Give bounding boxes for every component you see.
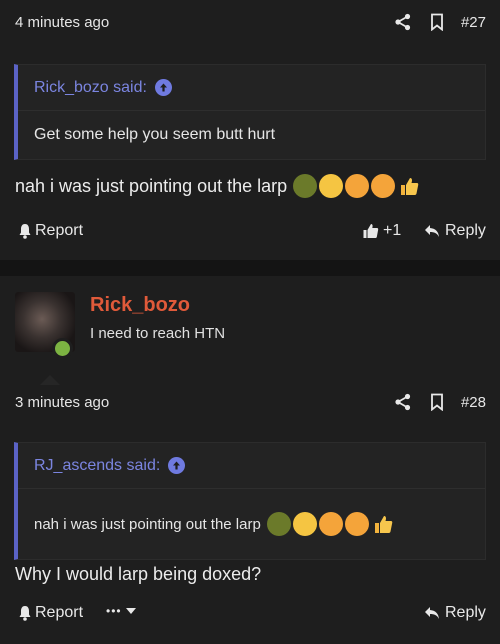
user-title: I need to reach HTN <box>90 325 226 342</box>
quote-block: Rick_bozo said: Get some help you seem b… <box>14 64 486 160</box>
post-meta: 4 minutes ago #27 <box>0 8 500 38</box>
reply-icon <box>425 607 439 619</box>
shrek-emoji-icon <box>266 512 291 536</box>
thumbs-up-icon <box>363 224 379 238</box>
post-actions: Report +1 Reply <box>0 218 500 248</box>
shrek-emoji-icon <box>293 174 318 198</box>
reply-button[interactable]: Reply <box>424 604 486 622</box>
report-label: Report <box>35 222 84 239</box>
crying-laughing-emoji-icon <box>319 174 344 198</box>
reaction-emojis <box>293 174 423 198</box>
quote-block: RJ_ascends said: nah i was just pointing… <box>14 442 486 560</box>
quote-text: nah i was just pointing out the larp <box>34 515 261 533</box>
quote-content: nah i was just pointing out the larp <box>18 489 485 559</box>
post-time[interactable]: 3 minutes ago <box>15 394 109 411</box>
reply-icon <box>425 225 439 237</box>
thumbs-up-emoji-icon <box>397 174 421 198</box>
more-menu-button[interactable]: ••• <box>106 604 137 618</box>
thumbs-up-emoji-icon <box>371 512 395 536</box>
report-button[interactable]: Report <box>18 222 83 240</box>
more-label: ••• <box>106 604 122 618</box>
quote-author[interactable]: RJ_ascends said: <box>34 457 160 475</box>
quote-text: Get some help you seem butt hurt <box>34 126 276 143</box>
bell-icon <box>19 606 31 621</box>
reply-label: Reply <box>445 604 486 621</box>
userbar-caret <box>40 375 60 385</box>
grimace-emoji-icon <box>345 174 370 198</box>
reply-button[interactable]: Reply <box>424 222 486 240</box>
reaction-emojis <box>266 512 397 536</box>
bookmark-icon[interactable] <box>427 12 447 32</box>
report-label: Report <box>35 604 84 621</box>
post-separator <box>0 260 500 276</box>
arrow-up-circle-icon[interactable] <box>154 79 172 96</box>
arrow-up-circle-icon[interactable] <box>168 457 186 474</box>
message-text: Why I would larp being doxed? <box>15 563 262 584</box>
post-time[interactable]: 4 minutes ago <box>15 14 109 31</box>
reactions-count-label: +1 <box>383 222 402 239</box>
username[interactable]: Rick_bozo <box>90 294 190 317</box>
reactions-count[interactable]: +1 <box>362 222 401 240</box>
bell-icon <box>19 224 31 239</box>
post-27: 4 minutes ago #27 Rick_bozo said: Get so… <box>0 0 500 260</box>
grimace-emoji-icon <box>371 174 396 198</box>
chevron-down-icon <box>125 608 136 614</box>
quote-author[interactable]: Rick_bozo said: <box>34 79 147 97</box>
post-message: nah i was just pointing out the larp <box>15 172 423 200</box>
crying-laughing-emoji-icon <box>292 512 317 536</box>
post-28: Rick_bozo I need to reach HTN 3 minutes … <box>0 276 500 644</box>
post-message: Why I would larp being doxed? <box>15 560 261 588</box>
bookmark-icon[interactable] <box>427 392 447 412</box>
post-number[interactable]: #27 <box>461 14 486 31</box>
post-meta: 3 minutes ago #28 <box>0 388 500 418</box>
report-button[interactable]: Report <box>18 604 83 622</box>
post-actions: Report ••• Reply <box>0 600 500 630</box>
grimace-emoji-icon <box>344 512 369 536</box>
post-number[interactable]: #28 <box>461 394 486 411</box>
share-icon[interactable] <box>393 12 413 32</box>
online-status-indicator <box>52 338 73 359</box>
reply-label: Reply <box>445 222 486 239</box>
share-icon[interactable] <box>393 392 413 412</box>
message-text: nah i was just pointing out the larp <box>15 175 288 196</box>
grimace-emoji-icon <box>318 512 343 536</box>
